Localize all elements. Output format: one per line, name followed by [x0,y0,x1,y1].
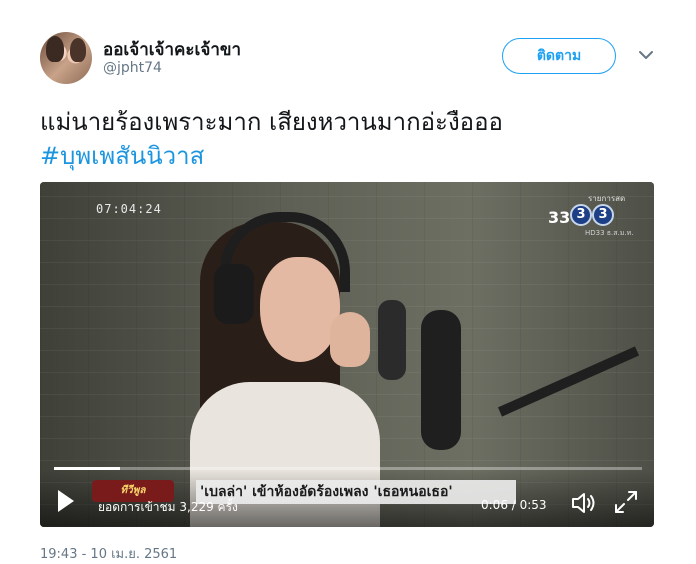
video-scene-shape [330,312,370,367]
follow-button[interactable]: ติดตาม [502,38,616,74]
channel-ring: 3 [570,204,592,226]
tweet-header: ออเจ้าเจ้าคะเจ้าขา @jpht74 ติดตาม [40,32,670,88]
video-player[interactable]: 07:04:24 รายการสด 33 3 3 HD33 ธ.ส.ม.ท. ท… [40,182,654,527]
view-count: ยอดการเข้าชม 3,229 ครั้ง [98,500,238,514]
progress-fill [54,467,121,470]
avatar-detail [70,38,86,62]
video-caption: 'เบลล่า' เข้าห้องอัดร้องเพลง 'เธอหนอเธอ' [196,480,516,504]
avatar[interactable] [40,32,92,84]
on-screen-timecode: 07:04:24 [96,202,162,216]
channel-ring: 3 [592,204,614,226]
fullscreen-icon[interactable] [613,489,639,515]
video-scene-shape [214,264,254,324]
tweet-text: แม่นายร้องเพราะมาก เสียงหวานมากอ่ะงือออ … [40,105,660,173]
channel-sub-label: HD33 ธ.ส.ม.ท. [585,229,634,237]
progress-bar[interactable] [54,467,642,470]
avatar-detail [46,36,64,62]
tweet-body: แม่นายร้องเพราะมาก เสียงหวานมากอ่ะงือออ [40,108,503,136]
video-scene-shape [378,300,406,380]
play-icon[interactable] [58,490,74,512]
chevron-down-icon[interactable] [637,46,655,64]
hashtag-link[interactable]: #บุพเพสันนิวาส [40,139,660,173]
user-handle[interactable]: @jpht74 [103,60,162,76]
volume-icon[interactable] [570,490,598,516]
channel-number: 33 [548,208,571,227]
time-readout: 0:06 / 0:53 [481,498,547,512]
video-scene-shape [421,310,461,450]
channel-logo: 33 3 3 [548,200,620,228]
display-name[interactable]: ออเจ้าเจ้าคะเจ้าขา [103,36,241,63]
